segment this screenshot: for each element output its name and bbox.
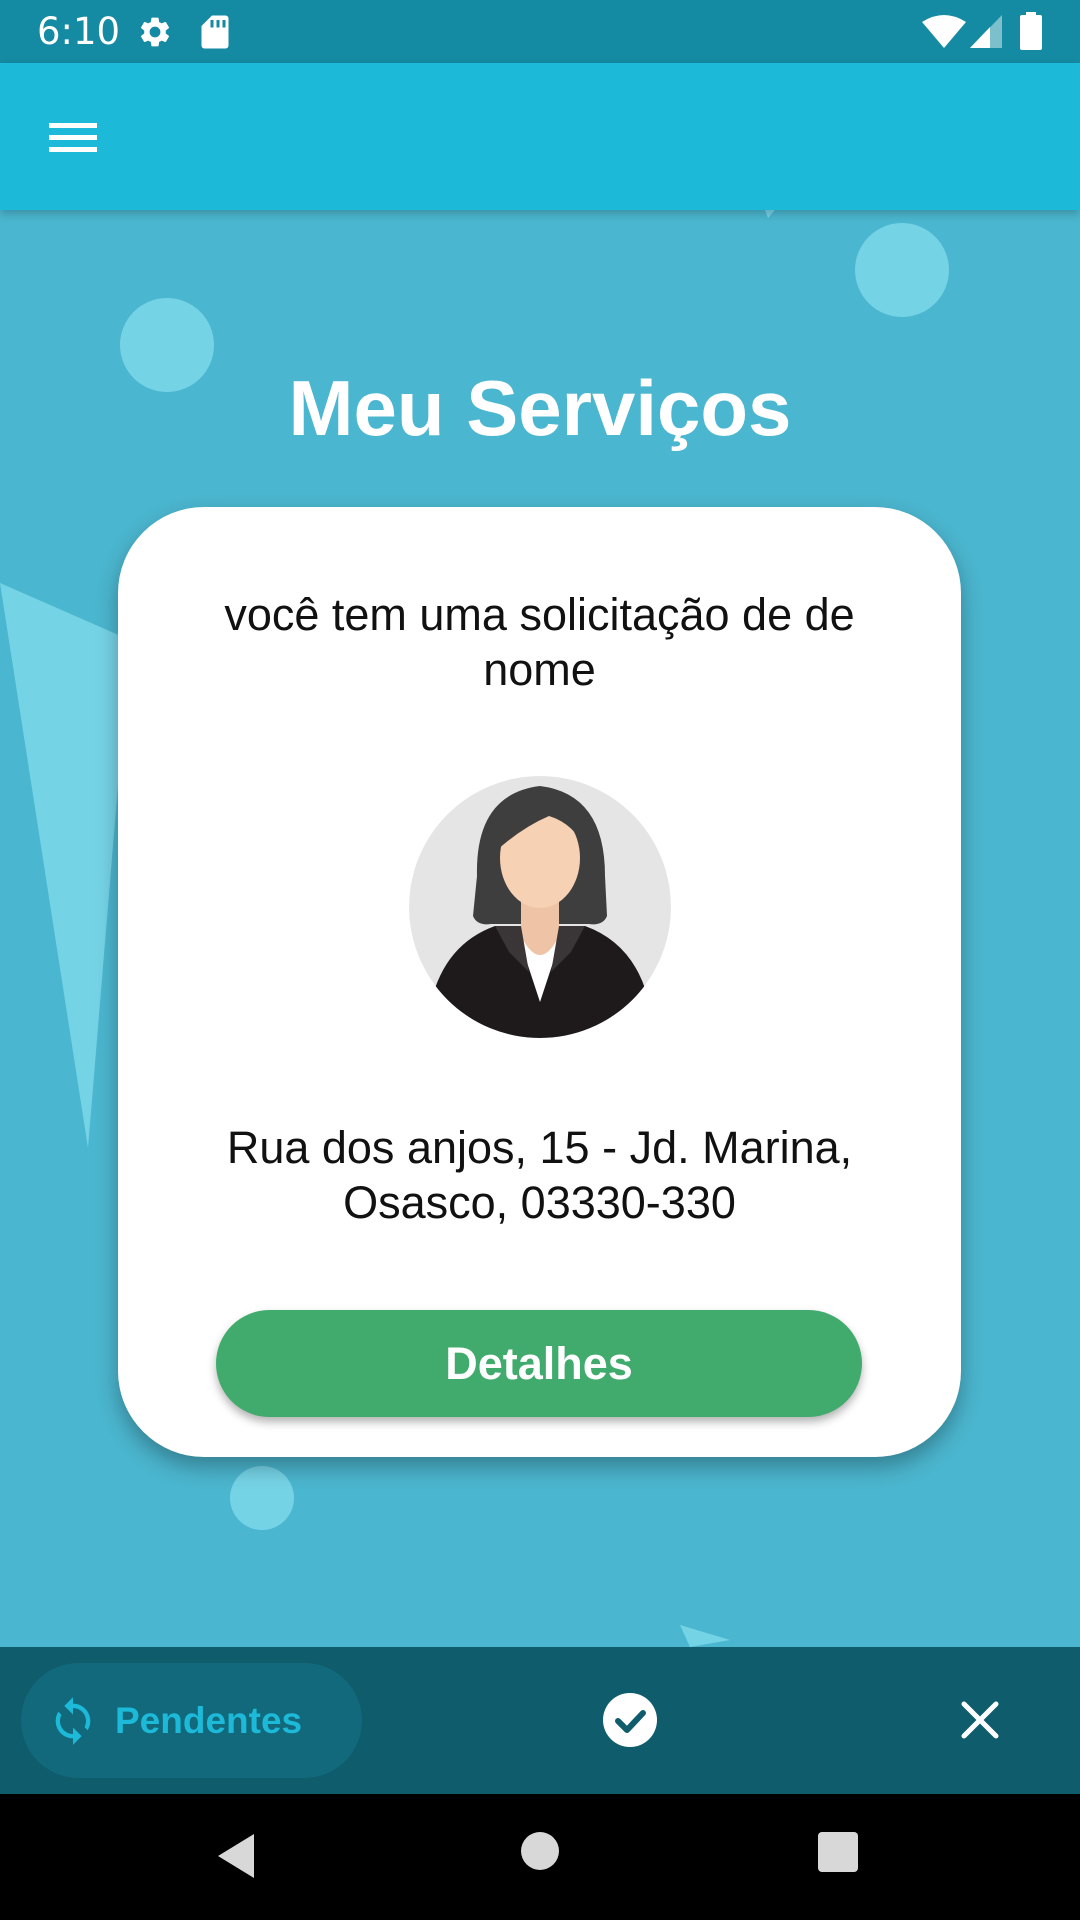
system-navigation-bar [0, 1794, 1080, 1920]
avatar-image [409, 776, 671, 1038]
status-time: 6:10 [37, 10, 121, 53]
settings-icon [140, 17, 170, 47]
battery-icon [1020, 12, 1042, 50]
wifi-icon [922, 15, 966, 48]
signal-icon [970, 15, 1002, 48]
address-line-2: Osasco, 03330-330 [343, 1177, 736, 1228]
tab-completed[interactable] [594, 1689, 670, 1751]
details-button[interactable]: Detalhes [216, 1310, 862, 1417]
status-bar: 6:10 [0, 0, 1080, 63]
service-card: você tem uma solicitação de de nome Rua … [118, 507, 961, 1457]
sd-card-icon [201, 15, 229, 49]
home-icon[interactable] [520, 1831, 560, 1871]
hamburger-menu-icon [49, 123, 97, 152]
request-message: você tem uma solicitação de de nome [224, 589, 855, 695]
close-icon [961, 1701, 999, 1739]
tab-pendentes[interactable]: Pendentes [21, 1663, 362, 1778]
address-line-1: Rua dos anjos, 15 - Jd. Marina, [226, 1122, 853, 1173]
bottom-navigation: Pendentes [0, 1647, 1080, 1794]
tab-pendentes-label: Pendentes [115, 1700, 303, 1741]
recents-icon[interactable] [817, 1831, 859, 1873]
page-title: Meu Serviços [288, 364, 792, 452]
menu-button[interactable] [30, 105, 116, 169]
address-block: Rua dos anjos, 15 - Jd. Marina, Osasco, … [158, 1120, 921, 1230]
sync-icon [55, 1697, 91, 1745]
woman-avatar [409, 776, 671, 1038]
back-icon[interactable] [214, 1832, 262, 1880]
tab-cancelled[interactable] [948, 1689, 1012, 1751]
app-bar [0, 63, 1080, 210]
check-circle-icon [603, 1693, 657, 1747]
